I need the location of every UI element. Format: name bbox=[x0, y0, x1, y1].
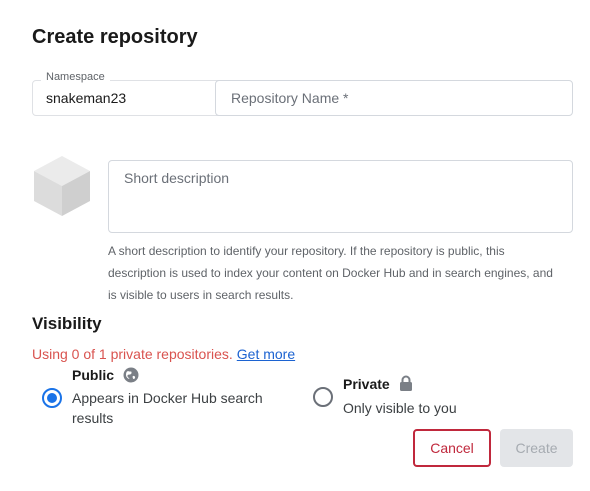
namespace-value[interactable]: snakeman23 bbox=[46, 90, 126, 106]
public-option-description: Appears in Docker Hub search results bbox=[72, 390, 263, 426]
public-option-label: Public bbox=[72, 367, 115, 383]
short-description-input[interactable] bbox=[108, 160, 573, 233]
private-repo-usage: Using 0 of 1 private repositories. Get mo… bbox=[32, 346, 295, 362]
repository-cube-icon bbox=[34, 156, 90, 216]
lock-icon bbox=[400, 375, 412, 391]
private-radio[interactable] bbox=[313, 387, 333, 407]
page-title: Create repository bbox=[32, 26, 198, 48]
namespace-label: Namespace bbox=[41, 71, 110, 83]
cancel-button[interactable]: Cancel bbox=[413, 429, 491, 467]
visibility-heading: Visibility bbox=[32, 314, 102, 333]
description-helper-text: A short description to identify your rep… bbox=[108, 244, 553, 302]
private-option-description: Only visible to you bbox=[343, 400, 457, 416]
create-button[interactable]: Create bbox=[500, 429, 573, 467]
repository-name-input[interactable] bbox=[215, 80, 573, 116]
get-more-link[interactable]: Get more bbox=[237, 346, 295, 362]
public-radio[interactable] bbox=[42, 388, 62, 408]
private-option-label: Private bbox=[343, 376, 390, 392]
globe-icon bbox=[123, 367, 139, 383]
private-usage-text: Using 0 of 1 private repositories. bbox=[32, 346, 233, 362]
